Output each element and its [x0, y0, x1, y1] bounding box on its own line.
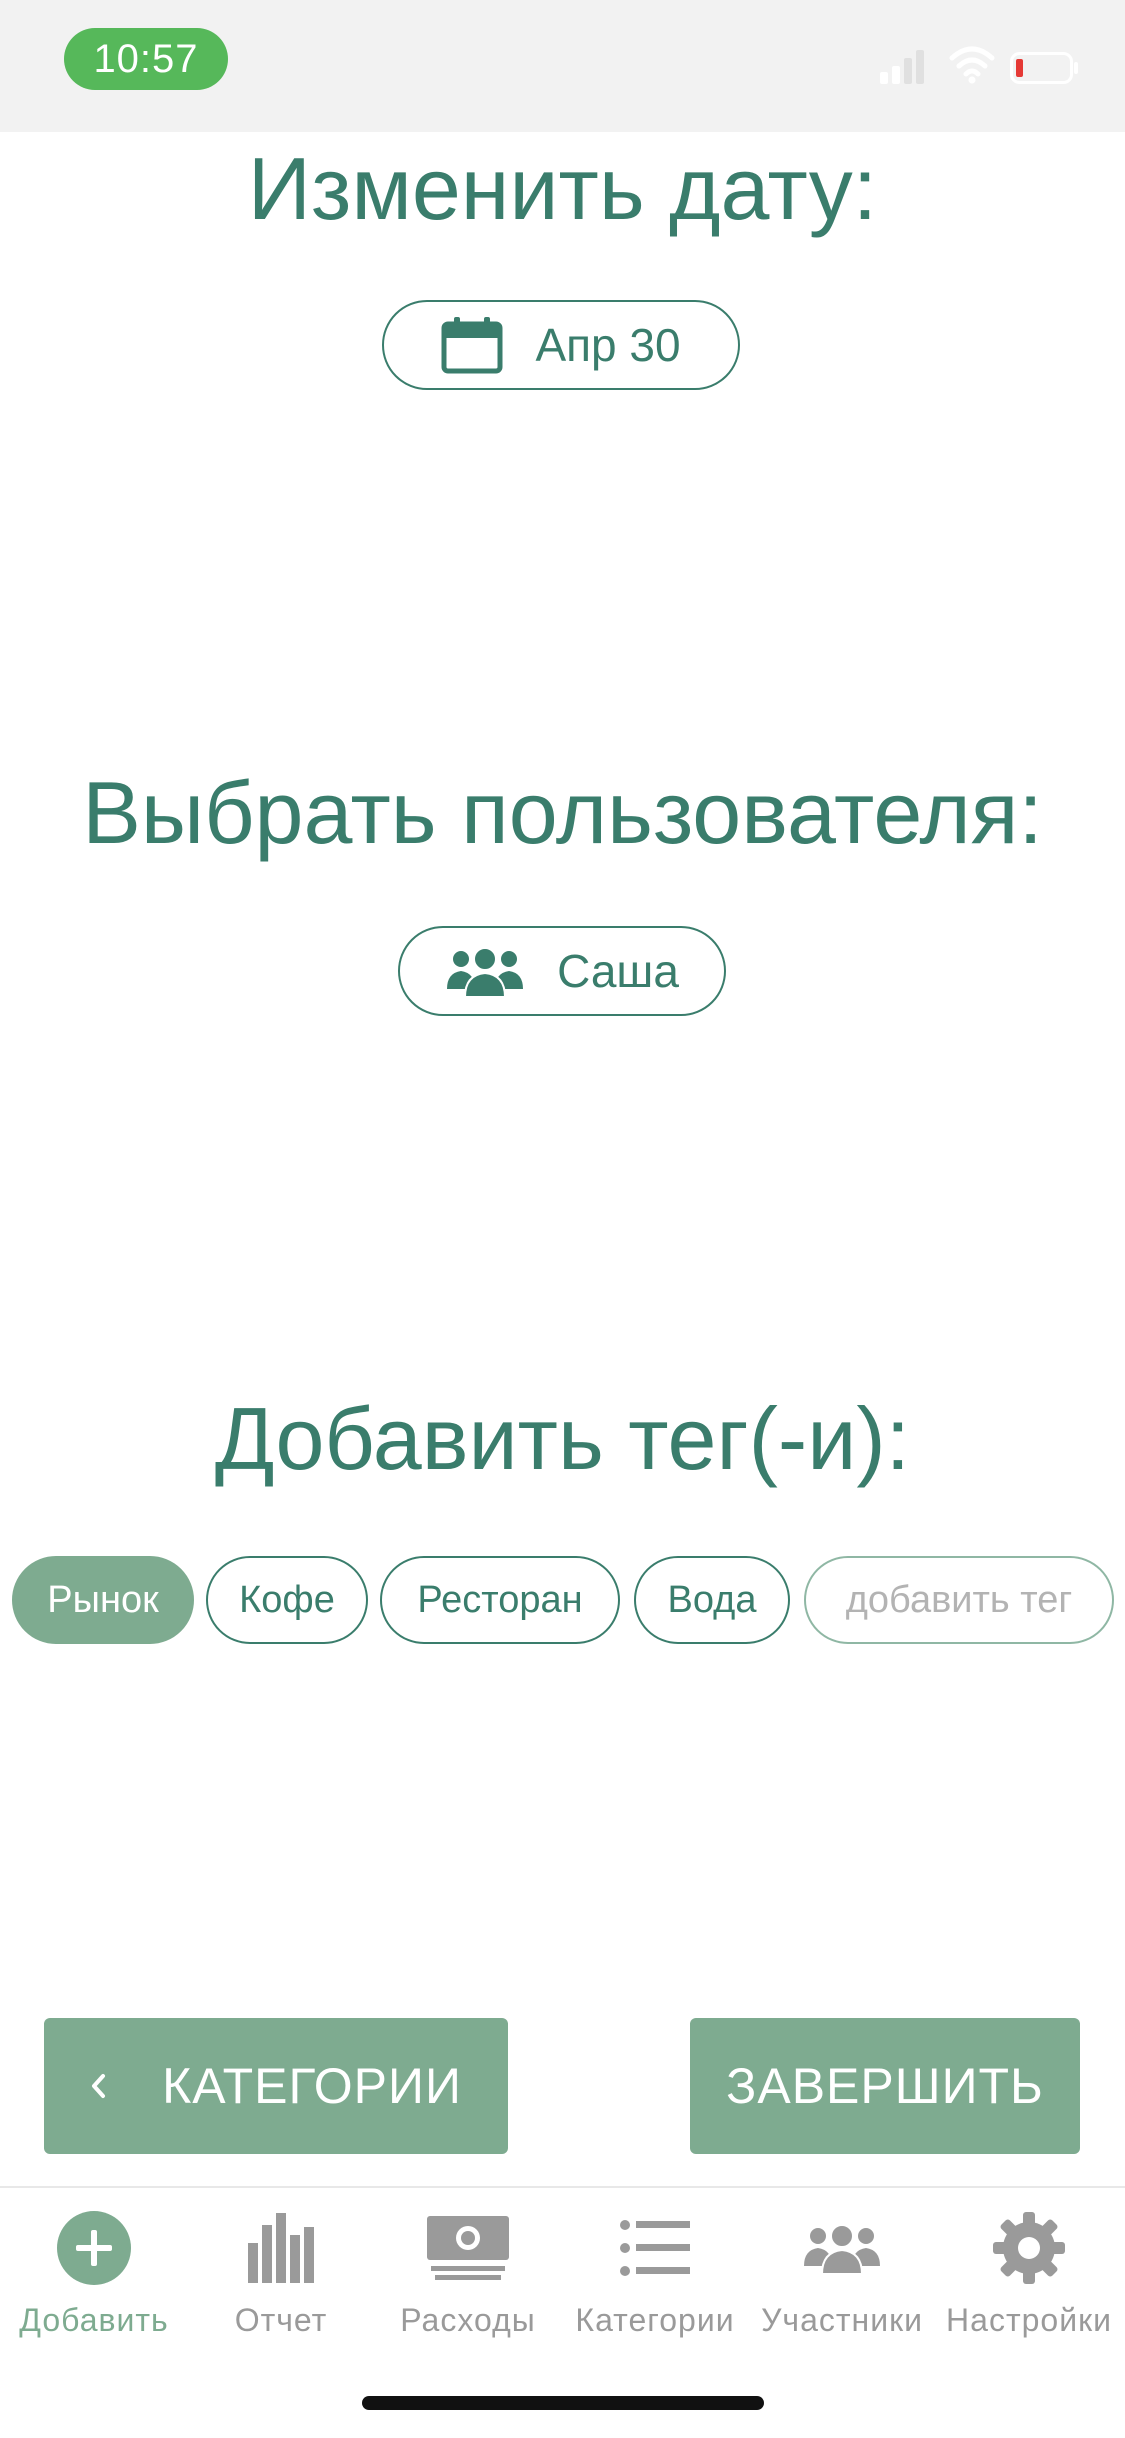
calendar-icon: [441, 316, 503, 374]
finish-button[interactable]: ЗАВЕРШИТЬ: [690, 2018, 1080, 2154]
status-time: 10:57: [64, 28, 228, 90]
tab-settings[interactable]: Настройки: [935, 2208, 1123, 2358]
add-tag-input[interactable]: добавить тег: [804, 1556, 1114, 1644]
wifi-icon: [948, 46, 996, 89]
user-picker-button[interactable]: Саша: [398, 926, 726, 1016]
tab-add[interactable]: Добавить: [0, 2208, 188, 2358]
tab-add-label: Добавить: [19, 2302, 169, 2338]
bar-chart-icon: [248, 2208, 314, 2288]
tab-participants-label: Участники: [761, 2302, 923, 2338]
gear-icon: [993, 2208, 1065, 2288]
tab-categories-label: Категории: [575, 2302, 735, 2338]
select-user-title: Выбрать пользователя:: [82, 763, 1043, 862]
chevron-left-icon: [90, 2073, 106, 2099]
tab-expenses-label: Расходы: [400, 2302, 536, 2338]
cellular-signal-icon: [880, 50, 932, 89]
list-icon: [620, 2208, 690, 2288]
money-icon: [427, 2208, 509, 2288]
users-icon: [445, 945, 525, 997]
finish-button-label: ЗАВЕРШИТЬ: [726, 2058, 1044, 2114]
tag-chip-rynok[interactable]: Рынок: [12, 1556, 194, 1644]
tab-expenses[interactable]: Расходы: [374, 2208, 562, 2358]
selected-date: Апр 30: [535, 319, 681, 371]
add-tags-title: Добавить тег(-и):: [214, 1389, 911, 1488]
status-bar: 10:57: [0, 0, 1125, 132]
tab-report-label: Отчет: [234, 2302, 328, 2338]
users-icon: [801, 2208, 883, 2288]
change-date-title: Изменить дату:: [247, 139, 878, 238]
tab-participants[interactable]: Участники: [748, 2208, 936, 2358]
tab-settings-label: Настройки: [946, 2302, 1112, 2338]
back-button-label: КАТЕГОРИИ: [162, 2058, 462, 2114]
date-picker-button[interactable]: Апр 30: [382, 300, 740, 390]
tag-chip-voda[interactable]: Вода: [634, 1556, 790, 1644]
back-to-categories-button[interactable]: КАТЕГОРИИ: [44, 2018, 508, 2154]
home-indicator[interactable]: [362, 2396, 764, 2410]
battery-icon: [1010, 52, 1080, 89]
tag-chip-kofe[interactable]: Кофе: [206, 1556, 368, 1644]
tab-report[interactable]: Отчет: [187, 2208, 375, 2358]
tag-chip-restoran[interactable]: Ресторан: [380, 1556, 620, 1644]
selected-user: Саша: [557, 945, 679, 997]
add-circle-icon: [56, 2208, 132, 2288]
tab-categories[interactable]: Категории: [561, 2208, 749, 2358]
